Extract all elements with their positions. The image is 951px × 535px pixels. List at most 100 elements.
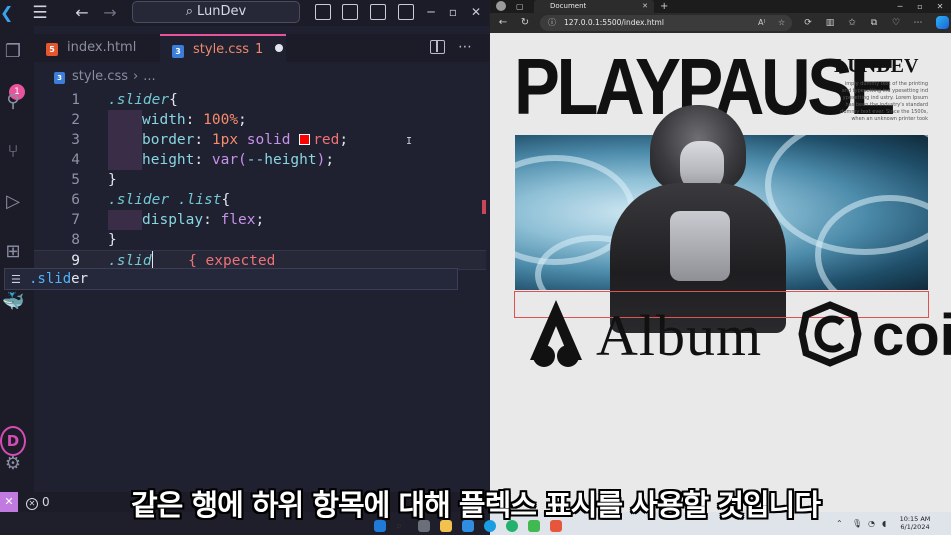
remote-icon[interactable]: ✕ bbox=[0, 492, 18, 512]
address-bar[interactable]: ⓘ 127.0.0.1:5500/index.html A⁾ ☆ bbox=[540, 15, 792, 31]
status-bar: ✕ ✕ 0 bbox=[0, 492, 489, 512]
close-icon[interactable]: ✕ bbox=[934, 0, 946, 13]
code-line: 2 width: 100%; bbox=[34, 110, 486, 130]
vscode-logo-icon: ❮ bbox=[0, 3, 14, 22]
search-view-icon[interactable]: ⚲ bbox=[2, 90, 24, 114]
vscode-taskbar-icon[interactable] bbox=[462, 520, 474, 532]
extensions-icon[interactable]: ⟳ bbox=[802, 15, 814, 31]
volume-icon[interactable]: ◖ bbox=[882, 515, 886, 532]
line-number: 2 bbox=[71, 112, 80, 128]
logo-coin-text: coi bbox=[872, 303, 951, 368]
web-page: PLAYPAUSE LUNDEV imply dummy text of the… bbox=[490, 33, 951, 512]
activity-bar: ❐ 1 ⚲ ⑂ ▷ ⊞ 🐳 D ⚙ bbox=[0, 26, 34, 492]
tray-chevron-icon[interactable]: ⌃ bbox=[836, 515, 843, 532]
favorite-star-icon[interactable]: ☆ bbox=[778, 15, 785, 31]
toggle-panel-icon[interactable] bbox=[342, 4, 358, 20]
app-red-icon[interactable] bbox=[550, 520, 562, 532]
css-value: solid bbox=[246, 132, 291, 148]
site-info-icon[interactable]: ⓘ bbox=[548, 15, 556, 31]
css-variable: --height bbox=[246, 152, 317, 168]
line-number: 3 bbox=[71, 132, 80, 148]
clock-time: 10:15 AM bbox=[899, 515, 931, 523]
more-icon[interactable]: ⋯ bbox=[912, 15, 924, 31]
copilot-icon[interactable] bbox=[936, 16, 949, 29]
problems-status[interactable]: ✕ 0 bbox=[26, 492, 50, 512]
css-selector: .slider .list bbox=[108, 192, 222, 208]
edge-taskbar-icon[interactable] bbox=[484, 520, 496, 532]
indent-guide bbox=[108, 150, 142, 170]
html5-icon: 5 bbox=[46, 43, 58, 56]
explorer-icon[interactable]: ❐ bbox=[2, 40, 24, 64]
file-explorer-icon[interactable] bbox=[440, 520, 452, 532]
album-logo-icon bbox=[530, 300, 582, 367]
browser-toolbar: ← ↻ ⓘ 127.0.0.1:5500/index.html A⁾ ☆ ⟳ ▥… bbox=[490, 13, 951, 33]
line-number: 6 bbox=[71, 192, 80, 208]
search-icon[interactable]: ⌕ bbox=[396, 520, 408, 532]
windows-start-icon[interactable] bbox=[374, 520, 386, 532]
indent-guide bbox=[108, 210, 142, 230]
css-property: display bbox=[142, 212, 204, 228]
read-aloud-icon[interactable]: A⁾ bbox=[758, 15, 765, 31]
edge-dev-taskbar-icon[interactable] bbox=[506, 520, 518, 532]
command-center-search[interactable]: ⌕ LunDev bbox=[132, 1, 300, 23]
split-editor-icon[interactable] bbox=[430, 40, 445, 54]
source-control-icon[interactable]: ⑂ bbox=[2, 140, 24, 164]
forward-arrow-icon[interactable]: → bbox=[100, 3, 120, 23]
open-brace: { bbox=[169, 92, 178, 108]
close-tab-icon[interactable]: ✕ bbox=[642, 0, 648, 13]
split-screen-icon[interactable]: ▥ bbox=[824, 15, 836, 31]
back-icon[interactable]: ← bbox=[496, 15, 510, 31]
close-icon[interactable]: ✕ bbox=[468, 3, 484, 21]
profile-icon[interactable] bbox=[496, 1, 506, 11]
hamburger-menu-icon[interactable]: ☰ bbox=[30, 3, 50, 23]
browser-essentials-icon[interactable]: ♡ bbox=[890, 15, 902, 31]
suggestion-item[interactable]: .slider bbox=[29, 270, 88, 289]
new-tab-icon[interactable]: + bbox=[660, 0, 668, 13]
title-bar: ❮ ☰ ← → ⌕ LunDev ─ ▫ ✕ bbox=[0, 0, 489, 26]
suggestion-widget[interactable]: ☰ .slider bbox=[4, 268, 458, 290]
code-line: 5 } bbox=[34, 170, 486, 190]
app-green-icon[interactable] bbox=[528, 520, 540, 532]
back-arrow-icon[interactable]: ← bbox=[72, 3, 92, 23]
toggle-sidebar-icon[interactable] bbox=[315, 4, 331, 20]
css-property: width bbox=[142, 112, 186, 128]
browser-tab[interactable]: Document ✕ bbox=[534, 0, 654, 13]
chevron-right-icon: › bbox=[133, 69, 139, 84]
toggle-secondary-sidebar-icon[interactable] bbox=[370, 4, 386, 20]
browser-tab-strip: ▢ Document ✕ + ─ ▫ ✕ bbox=[490, 0, 951, 13]
vscode-window: ❮ ☰ ← → ⌕LunDev ─ ▫ ✕ ❐ 1 ⚲ ⑂ ▷ ⊞ 🐳 D ⚙ bbox=[0, 0, 489, 512]
tab-actions-icon[interactable]: ▢ bbox=[516, 0, 524, 13]
code-line: 3 border: 1px solid red; bbox=[34, 130, 486, 150]
breadcrumb-symbol[interactable]: ... bbox=[143, 69, 155, 84]
minimize-icon[interactable]: ─ bbox=[894, 0, 906, 13]
line-number: 7 bbox=[71, 212, 80, 228]
tab-index-html[interactable]: 5 index.html bbox=[34, 34, 158, 62]
breadcrumb-file[interactable]: style.css bbox=[72, 69, 128, 84]
css-value: flex bbox=[220, 212, 256, 228]
line-number: 4 bbox=[71, 152, 80, 168]
extensions-icon[interactable]: ⊞ bbox=[2, 240, 24, 264]
screen: ❮ ☰ ← → ⌕LunDev ─ ▫ ✕ ❐ 1 ⚲ ⑂ ▷ ⊞ 🐳 D ⚙ bbox=[0, 0, 951, 535]
task-view-icon[interactable] bbox=[418, 520, 430, 532]
tab-label: style.css bbox=[193, 42, 249, 57]
run-debug-icon[interactable]: ▷ bbox=[2, 190, 24, 214]
taskbar-clock[interactable]: 10:15 AM 6/1/2024 bbox=[894, 515, 936, 531]
favorites-icon[interactable]: ✩ bbox=[846, 15, 858, 31]
maximize-icon[interactable]: ▫ bbox=[445, 3, 461, 21]
docker-icon[interactable]: 🐳 bbox=[2, 290, 24, 314]
minimize-icon[interactable]: ─ bbox=[423, 3, 439, 21]
network-icon[interactable]: ◔ bbox=[868, 515, 875, 532]
more-actions-icon[interactable]: ⋯ bbox=[456, 37, 474, 57]
collections-icon[interactable]: ⧉ bbox=[868, 15, 880, 31]
unsaved-dot-icon[interactable] bbox=[275, 44, 284, 52]
line-number: 5 bbox=[71, 172, 80, 188]
microphone-icon[interactable]: 🎙 bbox=[852, 515, 862, 532]
maximize-icon[interactable]: ▫ bbox=[914, 0, 926, 13]
customize-layout-icon[interactable] bbox=[398, 4, 414, 20]
error-icon: ✕ bbox=[26, 498, 38, 510]
logo-album-text: Album bbox=[596, 303, 763, 368]
settings-gear-icon[interactable]: ⚙ bbox=[2, 452, 24, 476]
color-swatch-icon[interactable] bbox=[299, 134, 311, 145]
refresh-icon[interactable]: ↻ bbox=[518, 15, 532, 31]
tab-style-css[interactable]: 3 style.css 1 bbox=[160, 34, 286, 62]
